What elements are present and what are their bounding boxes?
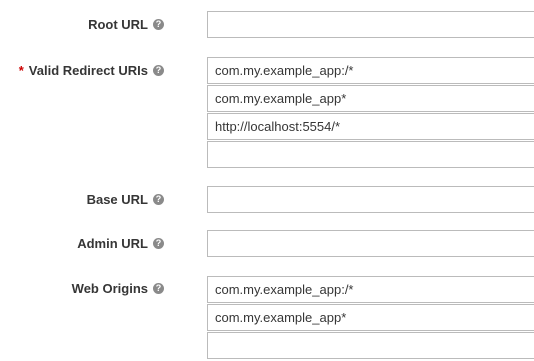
admin-url-input[interactable]	[207, 230, 534, 257]
help-icon[interactable]: ?	[153, 65, 164, 76]
admin-url-label: Admin URL ?	[77, 236, 164, 251]
web-origin-input[interactable]: com.my.example_app:/*	[207, 276, 534, 303]
help-icon[interactable]: ?	[153, 238, 164, 249]
client-settings-form: Root URL ? * Valid Redirect URIs ? com.m…	[0, 0, 534, 361]
redirect-uri-input[interactable]	[207, 141, 534, 168]
web-origin-input[interactable]	[207, 332, 534, 359]
web-origins-label-text: Web Origins	[71, 281, 148, 296]
root-url-label: Root URL ?	[88, 17, 164, 32]
base-url-label: Base URL ?	[87, 192, 164, 207]
base-url-label-text: Base URL	[86, 192, 148, 207]
redirect-uri-input[interactable]: com.my.example_app*	[207, 85, 534, 112]
base-url-input[interactable]	[207, 186, 534, 213]
admin-url-label-text: Admin URL	[77, 236, 148, 251]
redirect-uri-input[interactable]: com.my.example_app:/*	[207, 57, 534, 84]
redirect-uris-label: * Valid Redirect URIs ?	[19, 63, 164, 78]
help-icon[interactable]: ?	[153, 194, 164, 205]
root-url-label-text: Root URL	[88, 17, 148, 32]
help-icon[interactable]: ?	[153, 19, 164, 30]
root-url-input[interactable]	[207, 11, 534, 38]
required-marker: *	[18, 63, 24, 78]
web-origin-input[interactable]: com.my.example_app*	[207, 304, 534, 331]
redirect-uris-label-text: Valid Redirect URIs	[28, 63, 148, 78]
redirect-uri-input[interactable]: http://localhost:5554/*	[207, 113, 534, 140]
help-icon[interactable]: ?	[153, 283, 164, 294]
web-origins-label: Web Origins ?	[72, 281, 164, 296]
